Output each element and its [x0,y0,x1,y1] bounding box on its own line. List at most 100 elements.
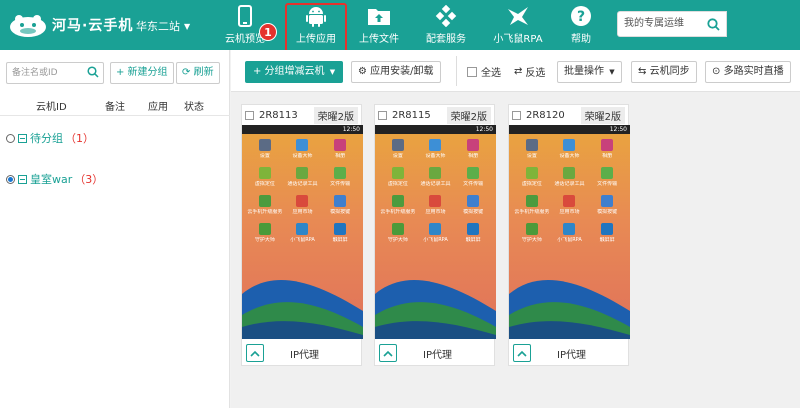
refresh-label: 刷新 [193,67,214,78]
app-label: 设置 [392,153,403,159]
app-icon-tile[interactable]: 文件传输 [321,167,359,190]
app-install-button[interactable]: ⚙ 应用安装/卸载 [351,61,441,83]
group-add-remove-button[interactable]: + 分组增减云机 ▼ [245,61,344,83]
app-icon-tile[interactable]: 触屏屏 [454,223,492,246]
app-icon [429,223,442,235]
region-selector[interactable]: 华东二站 ▼ [136,18,190,34]
phone-icon [238,5,252,27]
app-icon [429,167,442,179]
checkbox[interactable] [467,66,477,77]
device-screen[interactable]: 12:50 设置 设备大师 相册 虚拟定位 通话记录工具 文件传输 云手机升级服务 应用市场 模… [509,125,630,339]
app-icon-tile[interactable]: 模拟按键 [454,195,492,218]
nav-help-label: 帮助 [571,34,591,45]
nav-upload-file[interactable]: 上传文件 [347,0,411,50]
group-item-royal-war[interactable]: 皇室war （3） [6,171,103,187]
nav-upload-file-label: 上传文件 [359,34,399,45]
refresh-button[interactable]: ⟳ 刷新 [176,62,220,84]
app-icon-tile[interactable]: 小飞鼠RPA [417,223,455,246]
device-version-tag: 荣曜2版 [580,106,625,124]
app-install-label: 应用安装/卸载 [370,66,434,77]
nav-rpa[interactable]: 小飞鼠RPA [486,0,550,50]
batch-operation-button[interactable]: 批量操作 ▼ [557,61,622,83]
device-checkbox[interactable] [245,110,254,120]
nav-services[interactable]: 配套服务 [414,0,478,50]
app-icon-tile[interactable]: 触屏屏 [321,223,359,246]
app-icon-tile[interactable]: 小飞鼠RPA [551,223,589,246]
app-icon-tile[interactable]: 相册 [588,139,626,162]
support-search-placeholder: 我的专属运维 [624,18,684,29]
app-icon-tile[interactable]: 守护大师 [246,223,284,246]
collapse-icon[interactable] [18,133,27,143]
search-button[interactable] [699,11,727,37]
app-icon [296,223,309,235]
app-icon-tile[interactable]: 通话记录工具 [284,167,322,190]
app-label: 相册 [335,153,346,159]
group-radio-selected[interactable] [6,174,15,184]
app-icon-tile[interactable]: 守护大师 [513,223,551,246]
batch-label: 批量操作 [564,66,604,77]
expand-up-button[interactable] [246,344,264,362]
add-group-button[interactable]: + 新建分组 [110,62,174,84]
group-item-ungrouped[interactable]: 待分组 （1） [6,130,94,146]
app-icon-tile[interactable]: 设备大师 [417,139,455,162]
app-icon-tile[interactable]: 通话记录工具 [551,167,589,190]
app-label: 小飞鼠RPA [423,237,448,243]
app-icon-tile[interactable]: 模拟按键 [588,195,626,218]
app-icon-tile[interactable]: 虚拟定位 [513,167,551,190]
logo[interactable]: 河马·云手机 [8,12,133,38]
app-icon-tile[interactable]: 模拟按键 [321,195,359,218]
app-label: 通话记录工具 [554,181,585,187]
device-checkbox[interactable] [378,110,387,120]
app-icon-tile[interactable]: 设置 [513,139,551,162]
app-icon-tile[interactable]: 云手机升级服务 [246,195,284,218]
app-label: 通话记录工具 [420,181,451,187]
select-all-checkbox[interactable]: 全选 [467,64,501,79]
device-checkbox[interactable] [512,110,521,120]
app-label: 文件传输 [330,181,351,187]
app-icon-tile[interactable]: 设备大师 [284,139,322,162]
expand-up-button[interactable] [513,344,531,362]
collapse-icon[interactable] [18,174,27,184]
app-icon-tile[interactable]: 触屏屏 [588,223,626,246]
app-icon-tile[interactable]: 通话记录工具 [417,167,455,190]
nav-help[interactable]: ? 帮助 [549,0,613,50]
group-radio[interactable] [6,133,15,143]
invert-selection-button[interactable]: ⇄ 反选 [514,64,545,79]
app-icon-tile[interactable]: 守护大师 [379,223,417,246]
app-icon-tile[interactable]: 小飞鼠RPA [284,223,322,246]
app-icon-tile[interactable]: 云手机升级服务 [513,195,551,218]
device-id: 2R8115 [392,109,431,121]
app-icon-tile[interactable]: 相册 [321,139,359,162]
app-icon-tile[interactable]: 设备大师 [551,139,589,162]
app-icon-tile[interactable]: 应用市场 [417,195,455,218]
app-label: 触屏屏 [599,237,615,243]
sidebar: 备注名或ID + 新建分组 ⟳ 刷新 云机ID 备注 应用 状态 待分组 （1）… [0,50,230,408]
app-icon [391,139,404,151]
app-icon-tile[interactable]: 应用市场 [284,195,322,218]
app-icon [334,167,347,179]
device-card[interactable]: 2R8115 荣曜2版 12:50 设置 设备大师 相册 虚拟定位 通话记录工具 文件传输… [374,104,496,366]
search-icon [706,17,720,31]
expand-up-button[interactable] [379,344,397,362]
app-icon-tile[interactable]: 相册 [454,139,492,162]
search-icon[interactable] [87,66,99,78]
app-icon-tile[interactable]: 虚拟定位 [379,167,417,190]
app-label: 虚拟定位 [387,181,408,187]
device-screen[interactable]: 12:50 设置 设备大师 相册 虚拟定位 通话记录工具 文件传输 云手机升级服务 应用市场 模… [242,125,363,339]
cloud-sync-button[interactable]: ⇆ 云机同步 [631,61,697,83]
logo-text: 河马·云手机 [52,18,134,34]
app-icon-tile[interactable]: 文件传输 [454,167,492,190]
app-icon-tile[interactable]: 应用市场 [551,195,589,218]
multi-live-button[interactable]: ⊙ 多路实时直播 [705,61,791,83]
device-card[interactable]: 2R8113 荣曜2版 12:50 设置 设备大师 相册 虚拟定位 通话记录工具 文件传输… [241,104,363,366]
device-card[interactable]: 2R8120 荣曜2版 12:50 设置 设备大师 相册 虚拟定位 通话记录工具 文件传输… [508,104,630,366]
app-label: 应用市场 [292,209,313,215]
device-screen[interactable]: 12:50 设置 设备大师 相册 虚拟定位 通话记录工具 文件传输 云手机升级服务 应用市场 模… [375,125,496,339]
app-icon-tile[interactable]: 文件传输 [588,167,626,190]
app-icon-tile[interactable]: 虚拟定位 [246,167,284,190]
app-icon-tile[interactable]: 设置 [246,139,284,162]
app-icon [525,139,538,151]
app-icon-tile[interactable]: 云手机升级服务 [379,195,417,218]
app-icon-tile[interactable]: 设置 [379,139,417,162]
column-status: 状态 [184,102,204,113]
